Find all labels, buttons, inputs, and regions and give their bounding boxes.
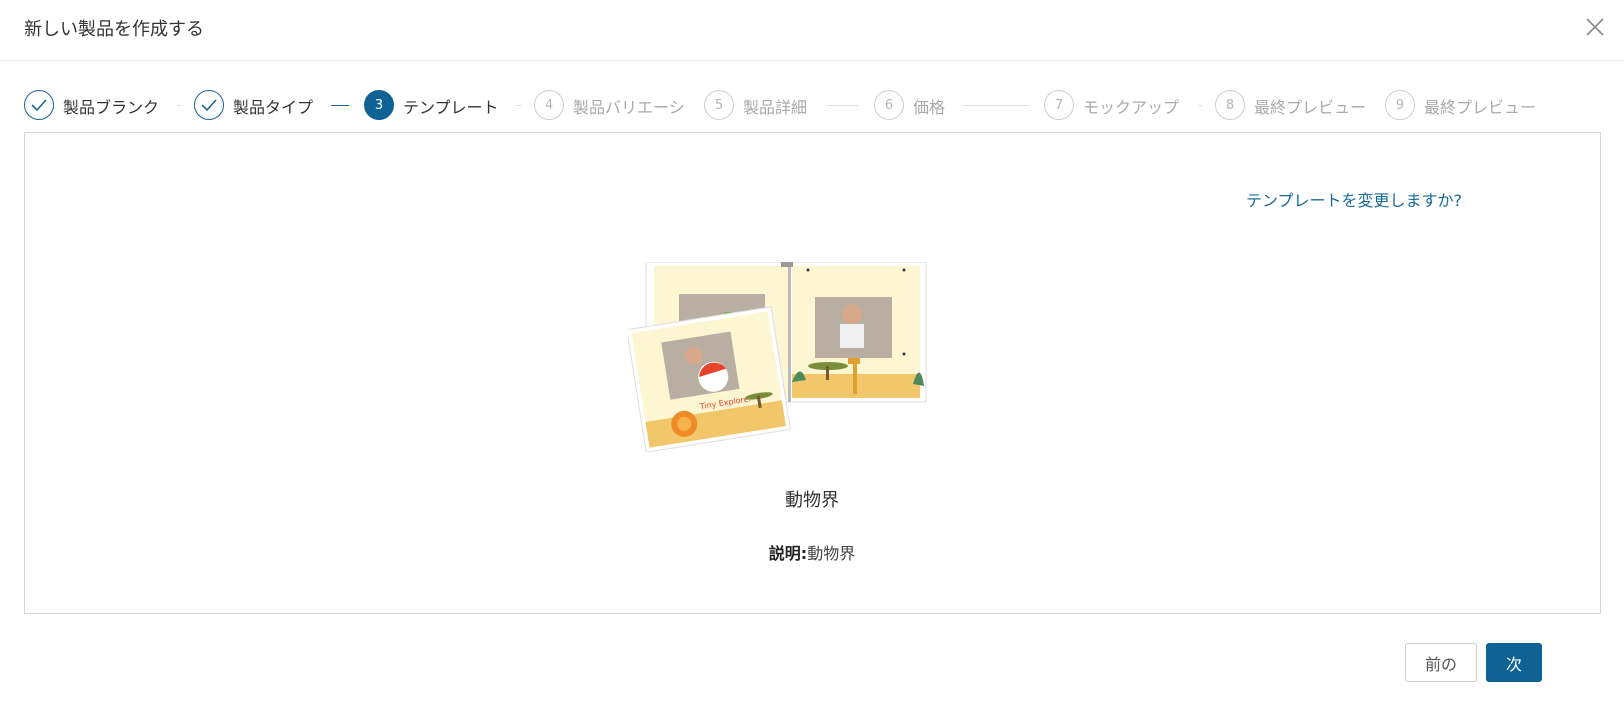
- modal-header: 新しい製品を作成する: [0, 0, 1624, 61]
- close-icon[interactable]: [1584, 16, 1606, 38]
- step-connector: [1199, 105, 1202, 106]
- step-5-number: 5: [704, 90, 734, 120]
- stepper: 製品ブランク 製品タイプ 3 テンプレート 4 製品バリエーシ 5 製品詳細 6…: [24, 90, 1604, 120]
- change-template-link[interactable]: テンプレートを変更しますか?: [1246, 187, 1462, 211]
- step-8-number: 8: [1215, 90, 1245, 120]
- description-label: 説明:: [768, 544, 808, 563]
- next-button[interactable]: 次: [1486, 643, 1542, 682]
- step-connector: [177, 105, 181, 106]
- step-1-label: 製品ブランク: [63, 98, 160, 117]
- modal-title: 新しい製品を作成する: [24, 19, 204, 40]
- step-connector: [962, 105, 1030, 106]
- step-9-label: 最終プレビュー: [1424, 98, 1537, 117]
- template-description: 説明:動物界: [0, 540, 1624, 564]
- step-9-number: 9: [1385, 90, 1415, 120]
- step-6-number: 6: [874, 90, 904, 120]
- step-3-number: 3: [364, 90, 394, 120]
- step-4-label: 製品バリエーシ: [573, 98, 685, 117]
- template-preview-image: Tiny Explorer: [626, 261, 928, 453]
- step-7-label: モックアップ: [1083, 98, 1180, 117]
- step-connector: [826, 105, 859, 106]
- template-name: 動物界: [785, 490, 839, 511]
- step-7-number: 7: [1044, 90, 1074, 120]
- description-value: 動物界: [807, 544, 856, 563]
- step-6-label: 価格: [913, 98, 946, 117]
- step-8-label: 最終プレビュー: [1254, 98, 1367, 117]
- step-3-label: テンプレート: [403, 98, 499, 117]
- step-connector: [516, 105, 521, 106]
- step-4-number: 4: [534, 90, 564, 120]
- step-2-label: 製品タイプ: [233, 98, 314, 117]
- previous-button[interactable]: 前の: [1405, 643, 1477, 682]
- step-1-check-icon: [24, 90, 54, 120]
- step-connector: [331, 105, 349, 106]
- step-2-check-icon: [194, 90, 224, 120]
- step-5-label: 製品詳細: [743, 98, 808, 117]
